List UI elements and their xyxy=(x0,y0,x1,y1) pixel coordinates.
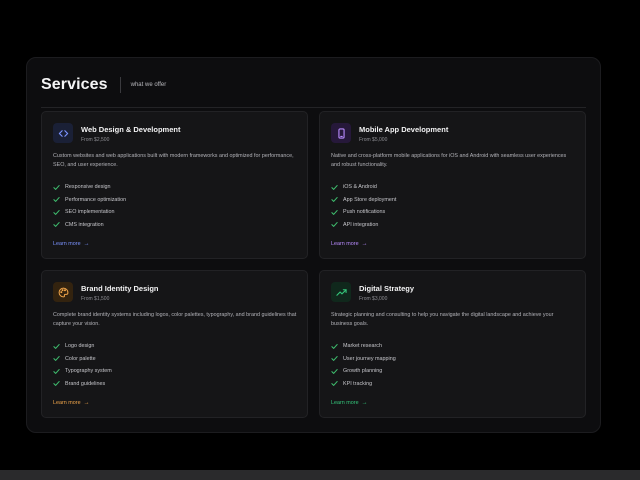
feature-label: App Store deployment xyxy=(343,196,397,203)
feature-label: User journey mapping xyxy=(343,355,396,362)
feature-label: Growth planning xyxy=(343,368,383,375)
feature-item: Typography system xyxy=(53,365,112,378)
learn-more-label: Learn more xyxy=(331,241,359,247)
feature-label: Brand guidelines xyxy=(65,380,106,387)
feature-label: SEO implementation xyxy=(65,209,115,216)
feature-list: Logo design Color palette Typography sys… xyxy=(53,340,112,390)
service-card-mobile-app: Mobile App Development From $5,000 Nativ… xyxy=(319,111,586,259)
check-icon xyxy=(331,356,338,362)
service-card-digital-strategy: Digital Strategy From $3,000 Strategic p… xyxy=(319,270,586,418)
feature-item: Performance optimization xyxy=(53,194,126,207)
card-description: Native and cross-platform mobile applica… xyxy=(331,153,567,168)
palette-icon xyxy=(53,282,73,302)
feature-list: Responsive design Performance optimizati… xyxy=(53,181,126,231)
check-icon xyxy=(53,197,60,203)
feature-label: Market research xyxy=(343,343,382,350)
learn-more-label: Learn more xyxy=(331,400,359,406)
card-price: From $3,000 xyxy=(359,296,388,302)
learn-more-label: Learn more xyxy=(53,241,81,247)
learn-more-link[interactable]: Learn more → xyxy=(53,241,90,247)
check-icon xyxy=(331,222,338,228)
feature-label: iOS & Android xyxy=(343,184,377,191)
check-icon xyxy=(53,356,60,362)
feature-item: KPI tracking xyxy=(331,378,396,391)
page-title: Services xyxy=(41,75,108,93)
feature-item: App Store deployment xyxy=(331,194,396,207)
card-title: Web Design & Development xyxy=(81,125,181,134)
arrow-right-icon: → xyxy=(83,400,90,406)
check-icon xyxy=(53,209,60,215)
feature-item: iOS & Android xyxy=(331,181,396,194)
feature-item: Market research xyxy=(331,340,396,353)
card-title: Digital Strategy xyxy=(359,284,415,293)
check-icon xyxy=(53,222,60,228)
card-title: Mobile App Development xyxy=(359,125,449,134)
learn-more-link[interactable]: Learn more → xyxy=(331,400,368,406)
trend-up-icon xyxy=(331,282,351,302)
card-price: From $5,000 xyxy=(359,137,388,143)
feature-label: Typography system xyxy=(65,368,112,375)
feature-item: CMS integration xyxy=(53,219,126,232)
card-title: Brand Identity Design xyxy=(81,284,159,293)
card-price: From $2,500 xyxy=(81,137,110,143)
feature-label: Responsive design xyxy=(65,184,111,191)
services-panel: Services what we offer Web Design & Deve… xyxy=(26,57,601,433)
code-icon xyxy=(53,123,73,143)
feature-label: KPI tracking xyxy=(343,380,373,387)
feature-label: Color palette xyxy=(65,355,96,362)
check-icon xyxy=(331,343,338,349)
check-icon xyxy=(331,368,338,374)
learn-more-link[interactable]: Learn more → xyxy=(53,400,90,406)
service-card-web-design: Web Design & Development From $2,500 Cus… xyxy=(41,111,308,259)
feature-list: iOS & Android App Store deployment Push … xyxy=(331,181,396,231)
feature-item: Responsive design xyxy=(53,181,126,194)
feature-label: API integration xyxy=(343,221,379,228)
phone-icon xyxy=(331,123,351,143)
arrow-right-icon: → xyxy=(83,241,90,247)
services-header: Services what we offer xyxy=(41,70,586,108)
arrow-right-icon: → xyxy=(361,241,368,247)
feature-label: Performance optimization xyxy=(65,196,127,203)
check-icon xyxy=(331,381,338,387)
service-card-brand-identity: Brand Identity Design From $1,500 Comple… xyxy=(41,270,308,418)
feature-label: Logo design xyxy=(65,343,95,350)
feature-item: Logo design xyxy=(53,340,112,353)
feature-item: Color palette xyxy=(53,353,112,366)
feature-item: Brand guidelines xyxy=(53,378,112,391)
page-subtitle: what we offer xyxy=(130,81,167,88)
header-divider xyxy=(119,76,121,93)
card-price: From $1,500 xyxy=(81,296,110,302)
learn-more-link[interactable]: Learn more → xyxy=(331,241,368,247)
check-icon xyxy=(331,197,338,203)
feature-item: User journey mapping xyxy=(331,353,396,366)
feature-label: CMS integration xyxy=(65,221,104,228)
check-icon xyxy=(53,343,60,349)
bottom-scroll-bar xyxy=(0,470,640,480)
learn-more-label: Learn more xyxy=(53,400,81,406)
feature-item: Push notifications xyxy=(331,206,396,219)
check-icon xyxy=(53,368,60,374)
check-icon xyxy=(53,381,60,387)
feature-item: SEO implementation xyxy=(53,206,126,219)
card-description: Custom websites and web applications bui… xyxy=(53,153,294,168)
feature-item: API integration xyxy=(331,219,396,232)
card-description: Strategic planning and consulting to hel… xyxy=(331,312,554,327)
check-icon xyxy=(331,184,338,190)
feature-item: Growth planning xyxy=(331,365,396,378)
check-icon xyxy=(53,184,60,190)
arrow-right-icon: → xyxy=(361,400,368,406)
feature-list: Market research User journey mapping Gro… xyxy=(331,340,396,390)
check-icon xyxy=(331,209,338,215)
feature-label: Push notifications xyxy=(343,209,386,216)
card-description: Complete brand identity systems includin… xyxy=(53,312,297,327)
